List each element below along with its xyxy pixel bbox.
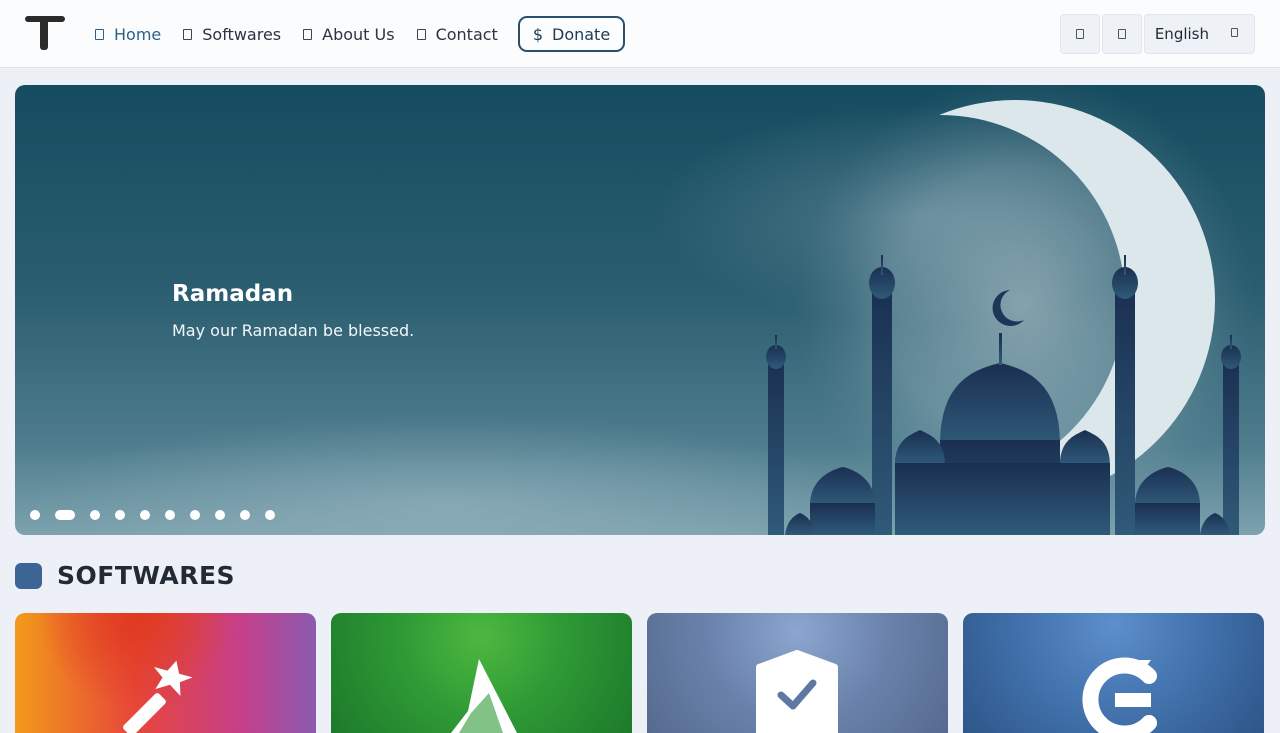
mail-icon (416, 28, 426, 40)
carousel-dot-7[interactable] (190, 510, 200, 520)
carousel-dot-9[interactable] (240, 510, 250, 520)
hero-title: Ramadan (172, 281, 294, 307)
theme-toggle-button[interactable] (1059, 14, 1100, 54)
language-selector[interactable]: English (1143, 14, 1255, 54)
section-marker-icon (15, 562, 42, 589)
nav-home-label: Home (114, 24, 162, 44)
chevron-down-icon (1231, 27, 1238, 37)
software-cards (15, 613, 1264, 733)
nav-home[interactable]: Home (95, 25, 161, 44)
search-icon (1117, 29, 1126, 39)
language-label: English (1154, 25, 1209, 43)
hero-carousel[interactable]: Ramadan May our Ramadan be blessed. (15, 85, 1265, 535)
donate-label: Donate (552, 24, 611, 44)
nav-softwares-label: Softwares (202, 24, 282, 44)
home-icon (95, 28, 104, 40)
carousel-dot-8[interactable] (215, 510, 225, 520)
top-navbar: Home Softwares About Us Contact $ Donate… (0, 0, 1280, 68)
info-icon (303, 28, 313, 40)
nav-about-us-label: About Us (322, 24, 395, 44)
section-title: SOFTWARES (57, 561, 236, 590)
software-card-4[interactable] (963, 613, 1264, 733)
nav-contact[interactable]: Contact (416, 24, 498, 44)
carousel-dot-5[interactable] (140, 510, 150, 520)
softwares-section-header: SOFTWARES (15, 561, 235, 590)
carousel-dot-6[interactable] (165, 510, 175, 520)
search-button[interactable] (1101, 14, 1142, 54)
carousel-dot-10[interactable] (265, 510, 275, 520)
carousel-dot-4[interactable] (115, 510, 125, 520)
nav-about-us[interactable]: About Us (303, 24, 395, 44)
donate-button[interactable]: $ Donate (517, 16, 626, 52)
software-card-2[interactable] (331, 613, 632, 733)
site-logo[interactable] (25, 15, 65, 53)
hero-subtitle: May our Ramadan be blessed. (172, 321, 415, 340)
main-nav: Home Softwares About Us Contact $ Donate (95, 16, 626, 52)
carousel-dot-1[interactable] (30, 510, 40, 520)
nav-contact-label: Contact (435, 24, 498, 44)
magic-wand-icon (123, 660, 193, 733)
box-icon (183, 28, 193, 40)
g-logo-icon (1082, 657, 1157, 733)
software-card-3[interactable] (647, 613, 948, 733)
header-actions: English (1059, 14, 1255, 54)
theme-toggle-icon (1075, 29, 1084, 39)
horn-icon (451, 659, 517, 733)
carousel-dot-3[interactable] (90, 510, 100, 520)
dollar-icon: $ (532, 24, 543, 44)
carousel-dot-2[interactable] (55, 510, 75, 520)
ramadan-mosque-illustration (25, 85, 1255, 535)
software-card-1[interactable] (15, 613, 316, 733)
nav-softwares[interactable]: Softwares (183, 25, 281, 44)
shield-check-icon (756, 650, 838, 733)
carousel-indicators (30, 510, 290, 520)
